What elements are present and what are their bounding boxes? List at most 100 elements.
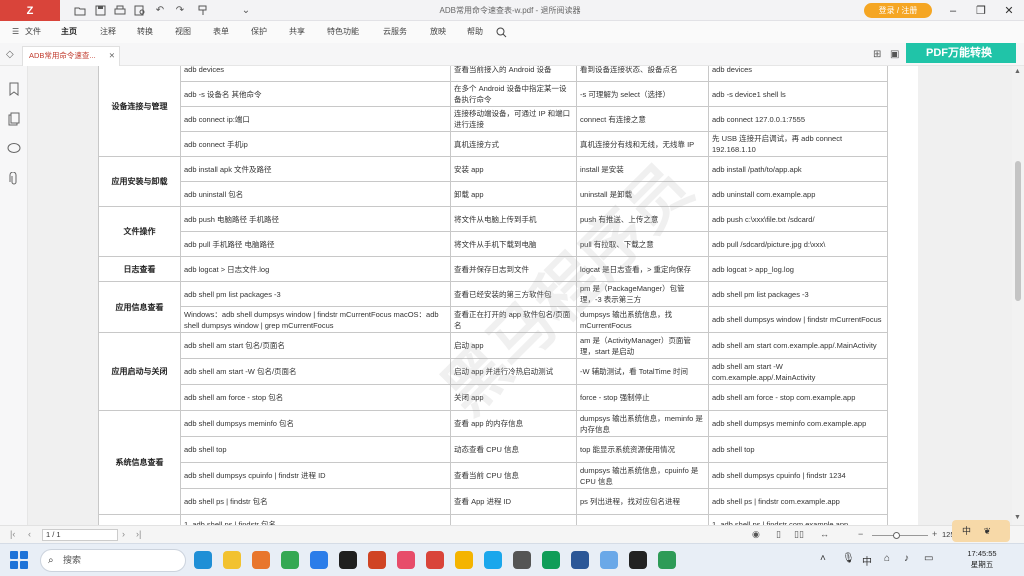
menu-icon[interactable]: ☰ bbox=[12, 21, 19, 43]
first-page-icon[interactable]: |‹ bbox=[10, 529, 15, 539]
example-cell: adb connect 127.0.0.1:7555 bbox=[708, 106, 888, 132]
note-cell: ps 列出进程，找对应包名进程 bbox=[576, 488, 709, 515]
note-cell: logcat 是日志查看，> 重定向保存 bbox=[576, 256, 709, 282]
ime-icon: ❦ bbox=[983, 526, 992, 536]
menu-share[interactable]: 共享 bbox=[289, 21, 305, 43]
desc-cell: 将文件从电脑上传到手机 bbox=[450, 206, 577, 232]
zoom-in-icon[interactable]: + bbox=[932, 529, 937, 539]
pages-icon[interactable] bbox=[6, 112, 22, 128]
powerpoint-icon[interactable] bbox=[368, 551, 386, 569]
category-cell: 设备连接与管理 bbox=[98, 66, 181, 157]
scroll-thumb[interactable] bbox=[1015, 161, 1021, 301]
menu-cloud[interactable]: 云服务 bbox=[383, 21, 407, 43]
file-explorer-icon[interactable] bbox=[223, 551, 241, 569]
minimize-icon[interactable]: – bbox=[942, 2, 964, 19]
zoom-out-icon[interactable]: − bbox=[858, 529, 863, 539]
category-cell: 应用信息查看 bbox=[98, 281, 181, 333]
next-page-icon[interactable]: › bbox=[122, 529, 125, 539]
bookmark-icon[interactable] bbox=[6, 82, 22, 98]
snip-tool-icon[interactable] bbox=[397, 551, 415, 569]
battery-icon[interactable]: ▭ bbox=[924, 553, 933, 564]
chrome-icon[interactable] bbox=[281, 551, 299, 569]
edge-icon[interactable] bbox=[194, 551, 212, 569]
tab-close-icon[interactable]: ✕ bbox=[109, 47, 115, 65]
login-button[interactable]: 登录 / 注册 bbox=[864, 3, 932, 18]
menu-help[interactable]: 帮助 bbox=[467, 21, 483, 43]
table-row: adb -s 设备名 其他命令 在多个 Android 设备中指定某一设备执行命令… bbox=[99, 81, 888, 107]
search-icon[interactable] bbox=[496, 21, 507, 43]
start-button[interactable] bbox=[10, 551, 28, 569]
restore-icon[interactable]: ❐ bbox=[970, 2, 992, 19]
ime-indicator[interactable]: 中 ❦ bbox=[952, 520, 1010, 542]
example-cell: 先 USB 连接开启调试，再 adb connect 192.168.1.10 bbox=[708, 131, 888, 157]
attachment-icon[interactable] bbox=[6, 171, 22, 188]
note-cell: force - stop 强制停止 bbox=[576, 384, 709, 411]
print-preview-icon[interactable] bbox=[132, 3, 148, 18]
menu-slideshow[interactable]: 放映 bbox=[430, 21, 446, 43]
clock[interactable]: 17:45:55 星期五 bbox=[960, 548, 1004, 570]
menu-home[interactable]: 主页 bbox=[61, 21, 77, 43]
desc-cell: 真机连接方式 bbox=[450, 131, 577, 157]
menu-view[interactable]: 视图 bbox=[175, 21, 191, 43]
undo-icon[interactable]: ↶ bbox=[152, 3, 168, 18]
media-icon[interactable] bbox=[542, 551, 560, 569]
ime-tray-icon[interactable]: 中 bbox=[862, 553, 872, 568]
network-icon[interactable]: ⌂ bbox=[884, 553, 890, 564]
app-m-icon[interactable] bbox=[484, 551, 502, 569]
note-cell: -s 可理解为 select（选择） bbox=[576, 81, 709, 107]
cmd-cell: adb install apk 文件及路径 bbox=[180, 156, 451, 182]
single-page-icon[interactable]: ▯ bbox=[776, 529, 781, 540]
menu-features[interactable]: 特色功能 bbox=[327, 21, 359, 43]
double-page-icon[interactable]: ▯▯ bbox=[794, 529, 804, 540]
eye-icon[interactable]: ◉ bbox=[752, 529, 760, 540]
folder-icon[interactable] bbox=[72, 3, 88, 18]
clock-app-icon[interactable] bbox=[513, 551, 531, 569]
page-number-input[interactable]: 1 / 1 bbox=[42, 529, 118, 541]
example-cell: adb shell am force - stop com.example.ap… bbox=[708, 384, 888, 411]
print-icon[interactable] bbox=[112, 3, 128, 18]
table-row: adb shell am force - stop 包名 关闭 app force … bbox=[99, 384, 888, 411]
taskbar-search[interactable]: ⌕ 搜索 bbox=[40, 549, 186, 572]
zoom-slider-thumb[interactable] bbox=[893, 532, 900, 539]
menu-convert[interactable]: 转换 bbox=[137, 21, 153, 43]
format-brush-icon[interactable] bbox=[196, 3, 212, 18]
menu-form[interactable]: 表单 bbox=[213, 21, 229, 43]
tag-icon[interactable]: ◇ bbox=[6, 49, 14, 60]
scroll-down-icon[interactable]: ▼ bbox=[1014, 514, 1021, 521]
example-cell: adb logcat > app_log.log bbox=[708, 256, 888, 282]
firefox-icon[interactable] bbox=[252, 551, 270, 569]
menu-protect[interactable]: 保护 bbox=[251, 21, 267, 43]
scroll-up-icon[interactable]: ▲ bbox=[1014, 68, 1021, 75]
pdf-convert-button[interactable]: PDF万能转换 bbox=[906, 43, 1016, 63]
prev-page-icon[interactable]: ‹ bbox=[28, 529, 31, 539]
note-cell: 真机连接分有线和无线，无线靠 IP bbox=[576, 131, 709, 157]
document-tab[interactable]: ADB常用命令速查... ✕ bbox=[22, 46, 120, 66]
redo-icon[interactable]: ↷ bbox=[172, 3, 188, 18]
microphone-icon[interactable]: 🎙 bbox=[842, 553, 855, 564]
save-icon[interactable] bbox=[92, 3, 108, 18]
zoom-slider[interactable] bbox=[872, 535, 928, 536]
menu-annotate[interactable]: 注释 bbox=[100, 21, 116, 43]
pdf-reader-icon[interactable] bbox=[426, 551, 444, 569]
menu-file[interactable]: 文件 bbox=[25, 21, 41, 43]
gallery-icon[interactable] bbox=[600, 551, 618, 569]
terminal-icon[interactable] bbox=[629, 551, 647, 569]
clipboard-icon[interactable] bbox=[658, 551, 676, 569]
word-icon[interactable] bbox=[571, 551, 589, 569]
dropdown-icon[interactable]: ⌄ bbox=[238, 3, 254, 18]
chevron-up-icon[interactable]: ˄ bbox=[820, 553, 826, 564]
fit-width-icon[interactable]: ↔ bbox=[820, 529, 829, 539]
note-cell: dumpsys 输出系统信息，meminfo 是内存信息 bbox=[576, 410, 709, 437]
window-icon[interactable]: ▣ bbox=[890, 49, 899, 60]
layout-icon[interactable]: ⊞ bbox=[873, 49, 881, 60]
close-icon[interactable]: ✕ bbox=[998, 2, 1020, 19]
volume-icon[interactable]: ♪ bbox=[904, 553, 909, 564]
comment-icon[interactable] bbox=[6, 142, 22, 158]
pycharm-icon[interactable] bbox=[339, 551, 357, 569]
page-indicator: 1 / 1 bbox=[46, 530, 61, 539]
chat-app-icon[interactable] bbox=[310, 551, 328, 569]
last-page-icon[interactable]: ›| bbox=[136, 529, 141, 539]
notes-icon[interactable] bbox=[455, 551, 473, 569]
app-logo[interactable]: Z bbox=[0, 0, 60, 21]
vertical-scrollbar[interactable]: ▲ ▼ bbox=[1012, 66, 1024, 525]
